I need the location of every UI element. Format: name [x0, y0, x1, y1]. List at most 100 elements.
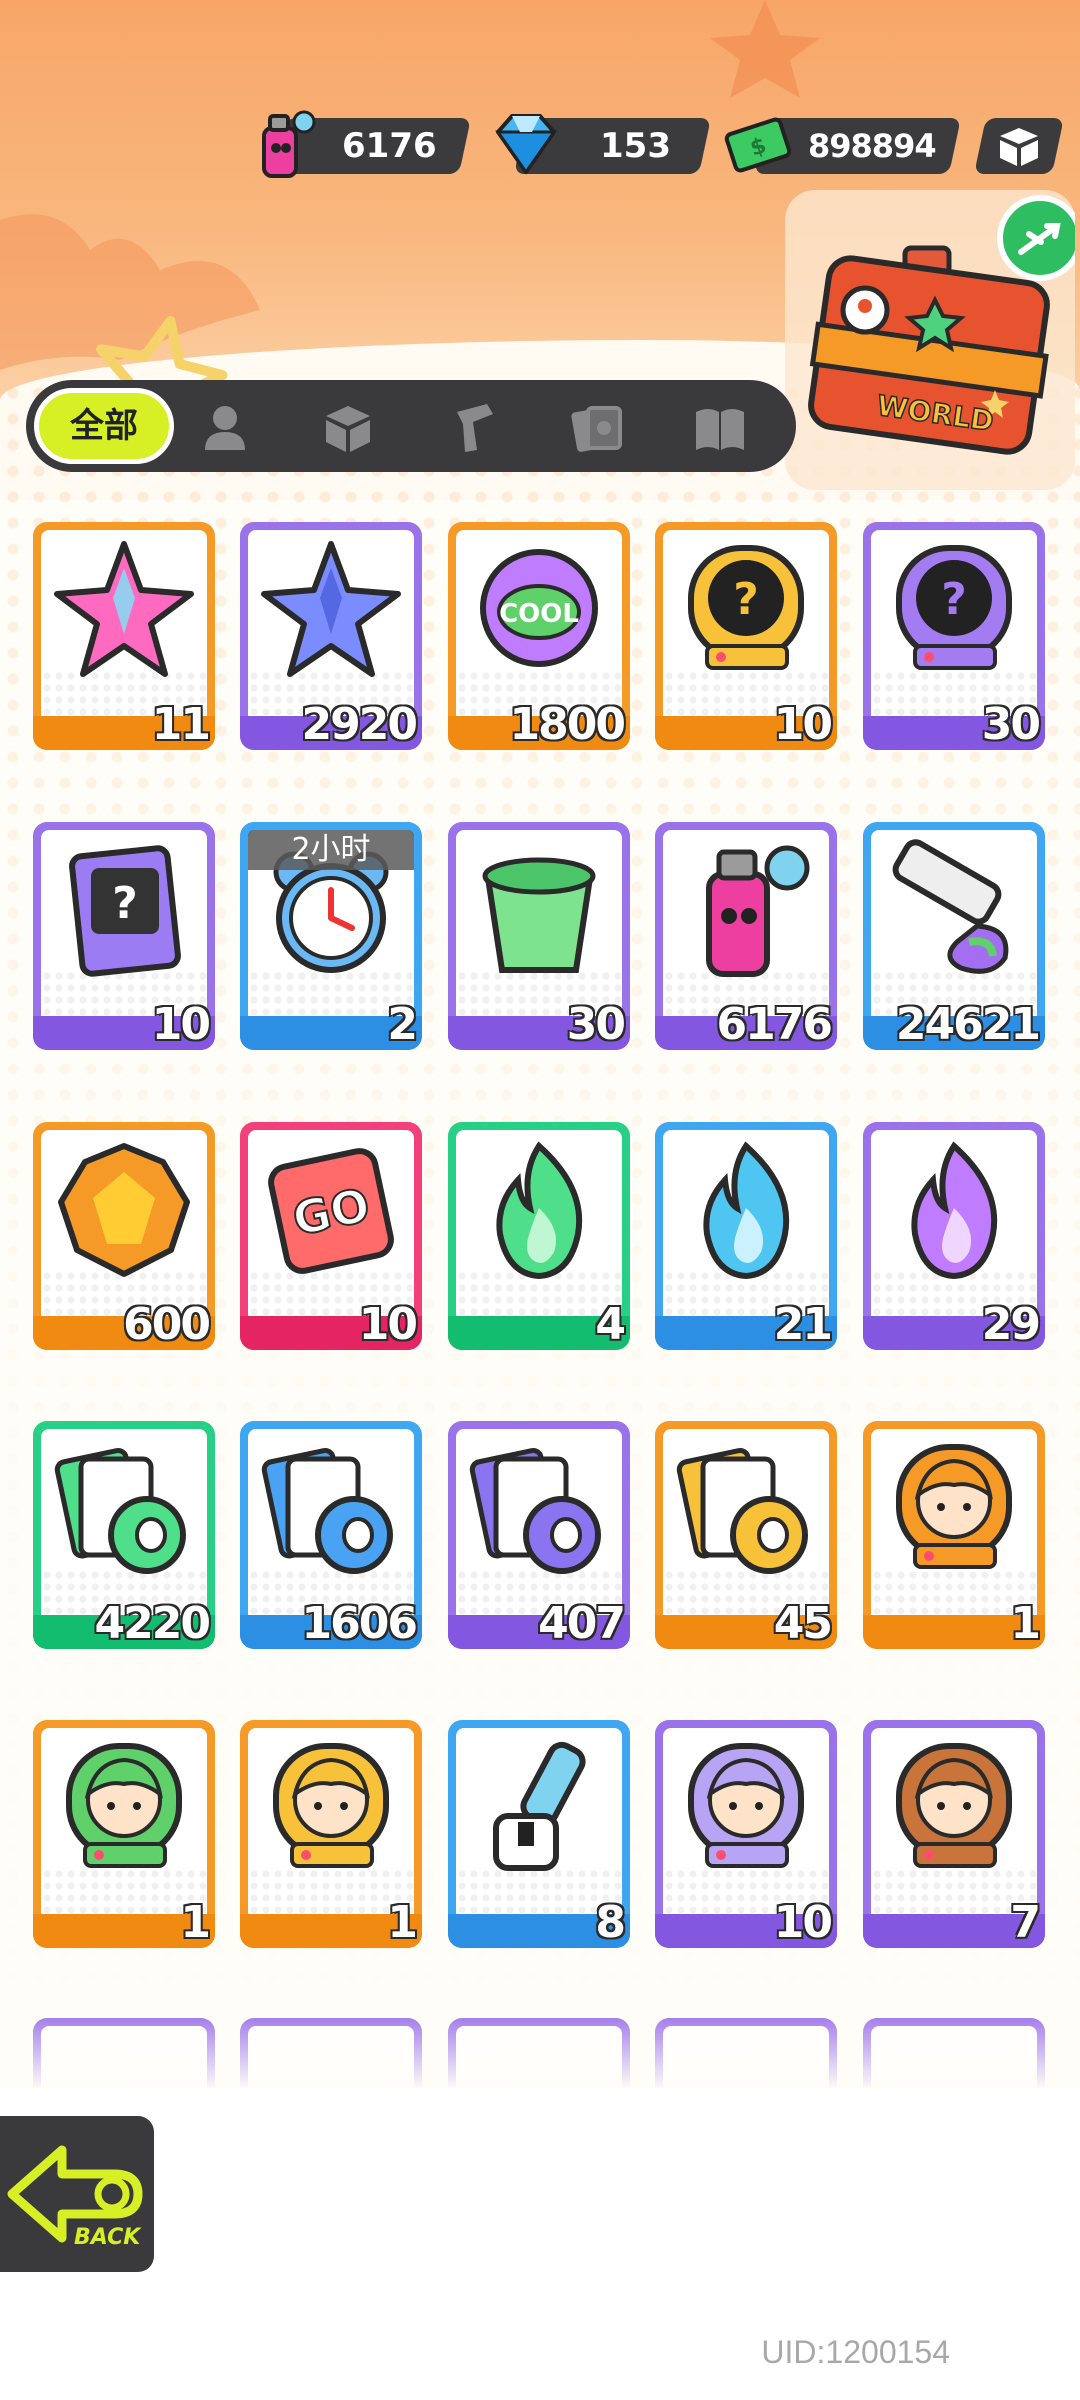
go-dice-icon: GO — [268, 1148, 394, 1274]
item-count: 600 — [122, 1298, 212, 1351]
deity-mystery-purple-icon: ? — [896, 545, 1012, 670]
inventory-item[interactable]: 6176 — [655, 822, 837, 1051]
inventory-item[interactable]: 1606 — [240, 1421, 422, 1650]
inventory-item[interactable]: 11 — [33, 522, 215, 751]
cash-currency: 898894 $ — [724, 117, 961, 174]
box-icon — [1000, 128, 1038, 166]
inventory-item[interactable]: 4220 — [33, 1421, 215, 1650]
inventory-item[interactable]: ? 10 — [655, 522, 837, 751]
inventory-item[interactable]: 1 — [33, 1720, 215, 1949]
gem-currency-value: 153 — [600, 126, 671, 166]
paint-tube-icon — [892, 839, 1009, 974]
box-icon[interactable] — [318, 398, 378, 458]
spray-can-icon — [262, 110, 316, 178]
item-count: 24621 — [895, 998, 1042, 1051]
user-id: UID:1200154 — [761, 2334, 950, 2370]
inventory-item[interactable]: 29 — [863, 1122, 1045, 1351]
inventory-item[interactable]: 10 — [655, 1720, 837, 1949]
green-flame-icon — [496, 1141, 583, 1280]
deity-mystery-gold-icon: ? — [688, 545, 804, 670]
inventory-item[interactable]: 2920 — [240, 522, 422, 751]
gold-gem-icon — [58, 1143, 190, 1277]
item-count: 6176 — [716, 998, 834, 1051]
item-count: 4220 — [94, 1597, 212, 1650]
travel-card-icon: ? — [69, 845, 181, 977]
paint-splash-decoration — [0, 214, 260, 380]
item-timer-badge: 2小时 — [248, 830, 414, 870]
item-count: 10 — [151, 998, 212, 1051]
green-card-pack-icon — [54, 1447, 186, 1574]
purple-flame-icon — [911, 1141, 998, 1280]
diamond-icon — [495, 114, 557, 175]
item-count: 4 — [594, 1298, 627, 1351]
inventory-item[interactable]: COOL 1800 — [448, 522, 630, 751]
tab-all[interactable]: 全部 — [34, 388, 174, 464]
spray-can-icon — [706, 845, 810, 977]
item-count: 30 — [981, 698, 1042, 751]
item-count: 407 — [537, 1597, 627, 1650]
inventory-item[interactable]: 407 — [448, 1421, 630, 1650]
svg-text:?: ? — [112, 878, 138, 929]
deity-lavender-hair-icon — [688, 1743, 804, 1868]
item-count: 1606 — [301, 1597, 419, 1650]
deity-cap-icon — [273, 1743, 389, 1868]
gem-currency: 153 — [495, 114, 711, 175]
inventory-item[interactable]: 8 — [448, 1720, 630, 1949]
item-count: 1800 — [509, 698, 627, 751]
back-label: BACK — [74, 2225, 142, 2250]
spray-gun-icon[interactable] — [443, 398, 503, 458]
blue-card-pack-icon — [261, 1447, 393, 1574]
item-count: 2 — [386, 998, 419, 1051]
item-count: 10 — [773, 1896, 834, 1949]
inventory-item[interactable]: ? 30 — [863, 522, 1045, 751]
item-count: 2920 — [301, 698, 419, 751]
svg-text:COOL: COOL — [499, 599, 579, 629]
world-travel-box[interactable]: WORLD — [785, 190, 1075, 490]
item-count: 10 — [773, 698, 834, 751]
inventory-item[interactable]: 2 2小时 — [240, 822, 422, 1051]
item-count: 8 — [594, 1896, 627, 1949]
item-count: 1 — [386, 1896, 419, 1949]
book-icon[interactable] — [690, 398, 750, 458]
paint-currency-value: 6176 — [342, 126, 437, 166]
gold-card-pack-icon — [676, 1447, 808, 1574]
item-count: 30 — [566, 998, 627, 1051]
inventory-item[interactable]: 24621 — [863, 822, 1045, 1051]
svg-text:?: ? — [941, 574, 967, 625]
open-jelly-cup-icon — [482, 857, 596, 973]
inventory-item[interactable]: 1 — [240, 1720, 422, 1949]
usb-key-icon — [493, 1741, 586, 1871]
character-icon[interactable] — [195, 398, 255, 458]
item-count: 1 — [179, 1896, 212, 1949]
inventory-item[interactable]: 45 — [655, 1421, 837, 1650]
blue-flame-icon — [703, 1141, 790, 1280]
paint-currency: 6176 — [260, 110, 471, 178]
item-count: 45 — [773, 1597, 834, 1650]
item-count: 29 — [981, 1298, 1042, 1351]
item-count: 10 — [358, 1298, 419, 1351]
item-count: 7 — [1009, 1896, 1042, 1949]
back-arrow-icon: BACK — [7, 2145, 143, 2250]
inventory-item[interactable]: 1 — [863, 1421, 1045, 1650]
deity-goggles-icon — [896, 1743, 1012, 1868]
rainbow-star-icon — [54, 541, 194, 677]
inventory-item[interactable]: GO 10 — [240, 1122, 422, 1351]
item-count: 21 — [773, 1298, 834, 1351]
inventory-item[interactable]: 30 — [448, 822, 630, 1051]
purple-card-pack-icon — [469, 1447, 601, 1574]
inventory-item[interactable]: 600 — [33, 1122, 215, 1351]
cash-icon: $ — [724, 117, 792, 173]
svg-text:?: ? — [733, 574, 759, 625]
inventory-item[interactable]: ? 10 — [33, 822, 215, 1051]
star-decoration — [710, 0, 820, 98]
inventory-item[interactable]: 7 — [863, 1720, 1045, 1949]
inventory-item[interactable]: 21 — [655, 1122, 837, 1351]
cash-currency-value: 898894 — [808, 127, 937, 165]
item-count: 1 — [1009, 1597, 1042, 1650]
blue-star-icon — [261, 541, 401, 677]
back-button[interactable]: BACK — [0, 2110, 160, 2278]
inventory-item[interactable]: 4 — [448, 1122, 630, 1351]
deity-orange-hair-icon — [896, 1444, 1012, 1569]
item-count: 11 — [151, 698, 212, 751]
card-stack-icon[interactable] — [566, 398, 626, 458]
